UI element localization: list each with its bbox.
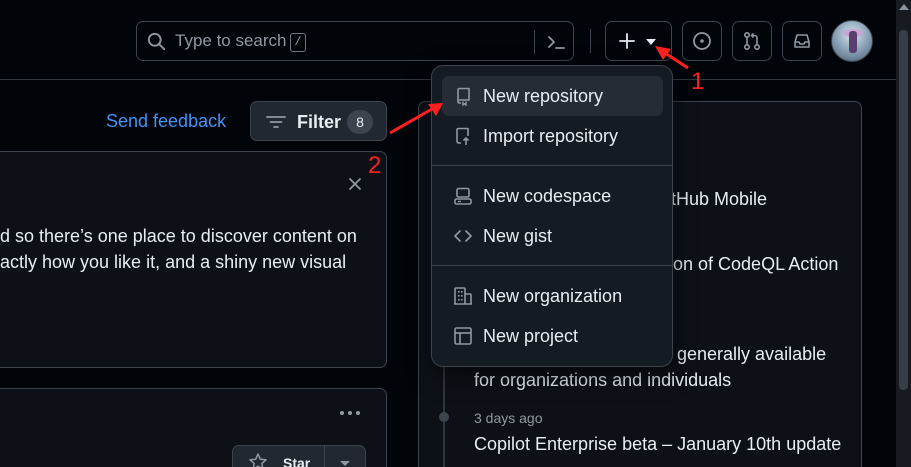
annotation-arrows	[389, 46, 689, 135]
annotation-arrowhead-1	[655, 46, 671, 60]
annotation-label-2: 2	[368, 152, 382, 179]
annotation-arrow-2	[389, 107, 433, 135]
annotation-label-1: 1	[691, 68, 705, 95]
annotation-arrow-1	[664, 51, 689, 70]
